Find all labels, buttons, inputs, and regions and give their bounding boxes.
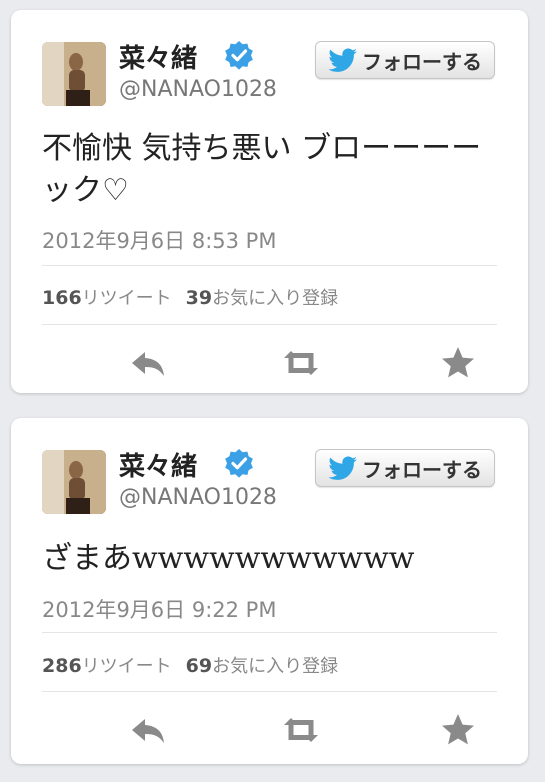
retweet-count-label[interactable]: リツイート [82,288,172,309]
verified-badge-icon [224,448,254,478]
tweet-text: ざまあwwwwwwwwwww [42,541,415,576]
verified-badge-icon [224,40,254,70]
avatar[interactable] [42,42,106,106]
tweet-timestamp[interactable]: 2012年9月6日 9:22 PM [42,594,276,624]
divider [42,691,497,692]
divider [42,265,497,266]
tweet-card: 菜々緒 @NANAO1028 フォローする 不愉快 気持ち悪い ブローーーーック… [11,10,528,393]
follow-button[interactable]: フォローする [315,449,495,487]
tweet-text: 不愉快 気持ち悪い ブローーーーック♡ [42,131,482,208]
reply-button[interactable] [128,343,168,383]
retweet-button[interactable] [281,343,321,383]
reply-icon [132,352,164,376]
reply-button[interactable] [128,710,168,750]
favorite-count[interactable]: 39 [186,287,212,309]
avatar[interactable] [42,450,106,514]
twitter-bird-icon [328,48,357,72]
star-icon [442,347,474,378]
favorite-count-label[interactable]: お気に入り登録 [212,288,338,309]
divider [42,324,497,325]
user-handle[interactable]: @NANAO1028 [119,485,277,510]
favorite-button[interactable] [438,343,478,383]
user-handle[interactable]: @NANAO1028 [119,77,277,102]
star-icon [442,714,474,745]
tweet-actions [11,343,528,383]
follow-button[interactable]: フォローする [315,41,495,79]
retweet-icon [284,718,318,742]
favorite-count[interactable]: 69 [186,655,212,677]
twitter-bird-icon [328,456,357,480]
tweet-actions [11,710,528,750]
user-name[interactable]: 菜々緒 [119,38,197,75]
favorite-count-label[interactable]: お気に入り登録 [212,656,338,677]
retweet-count[interactable]: 286 [42,655,82,677]
retweet-button[interactable] [281,710,321,750]
follow-button-label: フォローする [362,49,482,74]
reply-icon [132,719,164,743]
tweet-card: 菜々緒 @NANAO1028 フォローする ざまあwwwwwwwwwww 201… [11,418,528,764]
tweet-stats: 166リツイート 39お気に入り登録 [42,284,338,310]
user-name[interactable]: 菜々緒 [119,446,197,483]
follow-button-label: フォローする [362,457,482,482]
tweet-timestamp[interactable]: 2012年9月6日 8:53 PM [42,225,276,255]
divider [42,632,497,633]
retweet-count-label[interactable]: リツイート [82,656,172,677]
tweet-stats: 286リツイート 69お気に入り登録 [42,652,338,678]
retweet-icon [284,351,318,375]
favorite-button[interactable] [438,710,478,750]
retweet-count[interactable]: 166 [42,287,82,309]
